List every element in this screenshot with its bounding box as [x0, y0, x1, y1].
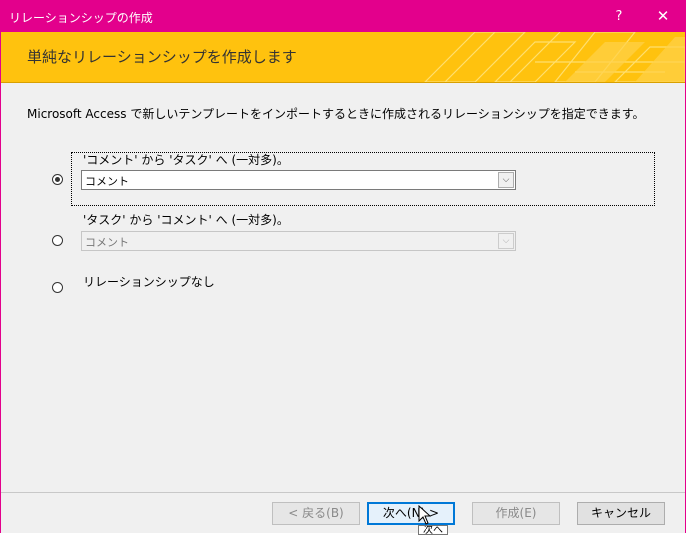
option-1-radio[interactable] — [52, 174, 63, 185]
option-2-table-combo: コメント ⌵ — [81, 231, 516, 251]
option-1-table-combo[interactable]: コメント ⌵ — [81, 170, 516, 190]
banner-title: 単純なリレーションシップを作成します — [27, 48, 297, 66]
button-bar: < 戻る(B) 次へ(N) > 作成(E) キャンセル — [1, 492, 685, 533]
next-button[interactable]: 次へ(N) > — [367, 502, 455, 525]
wizard-content: Microsoft Access で新しいテンプレートをインポートするときに作成… — [1, 83, 685, 492]
title-bar: リレーションシップの作成 ? ✕ — [1, 1, 685, 32]
option-3-label[interactable]: リレーションシップなし — [83, 273, 215, 290]
back-button: < 戻る(B) — [272, 502, 360, 525]
next-tooltip: 次へ — [418, 525, 448, 535]
finish-button: 作成(E) — [472, 502, 560, 525]
option-1-combo-value: コメント — [85, 175, 129, 188]
description-text: Microsoft Access で新しいテンプレートをインポートするときに作成… — [27, 107, 645, 121]
arrow-cursor-icon — [418, 505, 432, 525]
banner-decoration — [424, 32, 685, 82]
chevron-down-icon: ⌵ — [498, 233, 514, 249]
option-2-combo-value: コメント — [85, 236, 129, 249]
option-3-radio[interactable] — [52, 282, 63, 293]
wizard-banner: 単純なリレーションシップを作成します — [1, 32, 685, 82]
option-2-label[interactable]: 'タスク' から 'コメント' へ (一対多)。 — [83, 211, 289, 228]
cancel-button[interactable]: キャンセル — [577, 502, 665, 525]
close-button[interactable]: ✕ — [641, 1, 685, 32]
window-title: リレーションシップの作成 — [9, 11, 153, 25]
relationship-wizard-dialog: リレーションシップの作成 ? ✕ 単純なリレーションシップを作成します Micr… — [0, 0, 686, 533]
chevron-down-icon[interactable]: ⌵ — [498, 172, 514, 188]
option-1-label[interactable]: 'コメント' から 'タスク' へ (一対多)。 — [83, 151, 289, 168]
option-2-radio[interactable] — [52, 235, 63, 246]
help-button[interactable]: ? — [597, 1, 641, 32]
